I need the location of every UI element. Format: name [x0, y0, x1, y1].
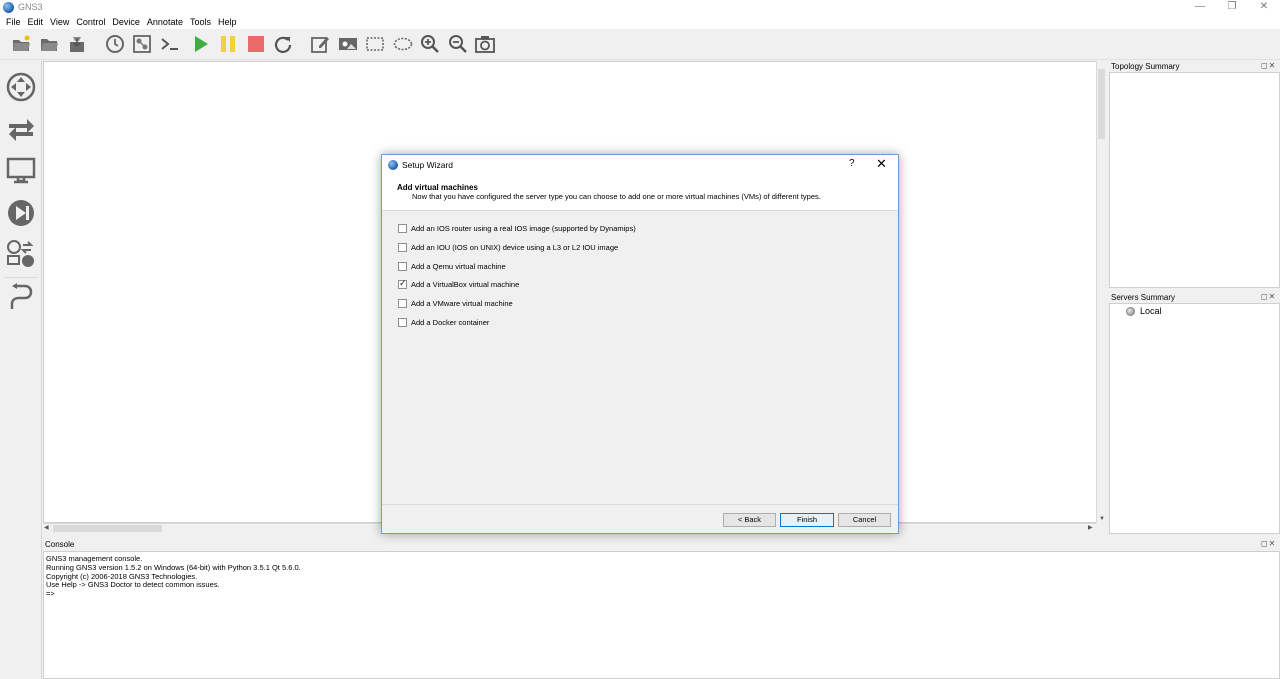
topology-summary-panel — [1109, 72, 1280, 288]
menu-edit[interactable]: Edit — [28, 15, 44, 29]
qemu-vm-checkbox[interactable] — [398, 262, 407, 271]
option-label: Add an IOS router using a real IOS image… — [411, 224, 636, 233]
console-line: Copyright (c) 2006-2018 GNS3 Technologie… — [46, 571, 198, 581]
open-project-icon[interactable] — [38, 33, 60, 55]
iou-device-checkbox[interactable] — [398, 243, 407, 252]
option-qemu-vm[interactable]: Add a Qemu virtual machine — [398, 262, 506, 271]
security-devices-icon[interactable] — [5, 197, 37, 229]
stop-all-icon[interactable] — [245, 33, 267, 55]
menu-view[interactable]: View — [50, 15, 69, 29]
option-label: Add an IOU (IOS on UNIX) device using a … — [411, 243, 619, 252]
suspend-all-icon[interactable] — [217, 33, 239, 55]
scroll-right-arrow-icon[interactable]: ▶ — [1088, 524, 1093, 533]
cancel-button[interactable]: Cancel — [838, 513, 891, 527]
docker-container-checkbox[interactable] — [398, 318, 407, 327]
close-window-button[interactable]: ✕ — [1248, 0, 1280, 15]
option-label: Add a VMware virtual machine — [411, 299, 513, 308]
servers-summary-panel: Local — [1109, 303, 1280, 534]
title-bar: GNS3 — ❐ ✕ — [0, 0, 1280, 15]
option-iou-device[interactable]: Add an IOU (IOS on UNIX) device using a … — [398, 243, 618, 252]
option-label: Add a Qemu virtual machine — [411, 262, 506, 271]
new-project-icon[interactable] — [10, 33, 32, 55]
menu-help[interactable]: Help — [218, 15, 237, 29]
screenshot-icon[interactable] — [474, 33, 496, 55]
server-status-icon — [1126, 306, 1135, 316]
virtualbox-vm-checkbox[interactable] — [398, 278, 407, 289]
dialog-close-button[interactable]: ✕ — [876, 156, 887, 172]
topology-summary-title: Topology Summary — [1111, 62, 1180, 71]
dialog-header: Add virtual machines Now that you have c… — [382, 175, 898, 211]
start-all-icon[interactable] — [190, 33, 212, 55]
dialog-heading: Add virtual machines — [397, 183, 478, 192]
add-note-icon[interactable] — [309, 33, 331, 55]
setup-wizard-dialog: Setup Wizard ? ✕ Add virtual machines No… — [381, 154, 899, 534]
console-line: Use Help -> GNS3 Doctor to detect common… — [46, 580, 220, 590]
scroll-down-arrow-icon[interactable]: ▼ — [1099, 515, 1105, 524]
option-ios-router[interactable]: Add an IOS router using a real IOS image… — [398, 224, 636, 233]
zoom-in-icon[interactable] — [419, 33, 441, 55]
ios-router-checkbox[interactable] — [398, 224, 407, 233]
window-title: GNS3 — [18, 2, 43, 12]
horizontal-scroll-thumb[interactable] — [53, 525, 162, 532]
menu-tools[interactable]: Tools — [190, 15, 211, 29]
zoom-out-icon[interactable] — [447, 33, 469, 55]
vertical-scroll-thumb[interactable] — [1098, 69, 1105, 139]
console-line: Running GNS3 version 1.5.2 on Windows (6… — [46, 562, 301, 572]
console-dock-buttons[interactable]: ◻✕ — [1261, 539, 1276, 548]
menu-device[interactable]: Device — [112, 15, 140, 29]
switches-icon[interactable] — [5, 113, 37, 145]
option-virtualbox-vm[interactable]: Add a VirtualBox virtual machine — [398, 278, 520, 289]
console-all-icon[interactable] — [159, 33, 181, 55]
device-toolbar — [0, 61, 42, 679]
option-label: Add a VirtualBox virtual machine — [411, 280, 520, 289]
draw-ellipse-icon[interactable] — [392, 33, 414, 55]
scroll-left-arrow-icon[interactable]: ◀ — [44, 524, 49, 533]
vmware-vm-checkbox[interactable] — [398, 299, 407, 308]
reload-all-icon[interactable] — [272, 33, 294, 55]
help-button[interactable]: ? — [849, 158, 855, 169]
gns3-logo-icon — [388, 160, 398, 170]
console-prompt[interactable]: => — [46, 589, 1277, 599]
option-label: Add a Docker container — [411, 318, 490, 327]
menu-annotate[interactable]: Annotate — [147, 15, 183, 29]
menu-file[interactable]: File — [6, 15, 21, 29]
save-project-icon[interactable] — [66, 33, 88, 55]
all-devices-icon[interactable] — [5, 238, 37, 270]
restore-button[interactable]: ❐ — [1216, 0, 1248, 15]
minimize-button[interactable]: — — [1184, 0, 1216, 15]
servers-summary-title: Servers Summary — [1111, 293, 1176, 302]
back-button[interactable]: < Back — [723, 513, 776, 527]
topology-dock-buttons[interactable]: ◻✕ — [1261, 61, 1276, 70]
dialog-title-bar: Setup Wizard ? ✕ — [382, 155, 898, 175]
routers-icon[interactable] — [5, 71, 37, 103]
main-toolbar — [0, 29, 1280, 60]
dialog-subheading: Now that you have configured the server … — [412, 192, 821, 201]
option-vmware-vm[interactable]: Add a VMware virtual machine — [398, 299, 513, 308]
footer-divider — [382, 504, 898, 505]
servers-dock-buttons[interactable]: ◻✕ — [1261, 292, 1276, 301]
finish-button[interactable]: Finish — [780, 513, 834, 527]
show-interface-labels-icon[interactable] — [131, 33, 153, 55]
add-link-icon[interactable] — [5, 281, 37, 313]
dialog-title: Setup Wizard — [402, 160, 454, 170]
insert-image-icon[interactable] — [337, 33, 359, 55]
end-devices-icon[interactable] — [5, 155, 37, 187]
server-item-local[interactable]: Local — [1126, 306, 1162, 316]
console-title: Console — [45, 540, 75, 549]
draw-rectangle-icon[interactable] — [364, 33, 386, 55]
snapshot-icon[interactable] — [104, 33, 126, 55]
device-separator — [4, 277, 38, 278]
menu-bar: File Edit View Control Device Annotate T… — [0, 15, 1280, 29]
gns3-logo-icon — [3, 2, 14, 13]
server-name: Local — [1140, 306, 1162, 316]
menu-control[interactable]: Control — [76, 15, 105, 29]
console-output[interactable]: GNS3 management console. Running GNS3 ve… — [43, 551, 1280, 679]
canvas-vertical-scrollbar[interactable]: ▼ — [1096, 61, 1106, 523]
option-docker-container[interactable]: Add a Docker container — [398, 318, 489, 327]
